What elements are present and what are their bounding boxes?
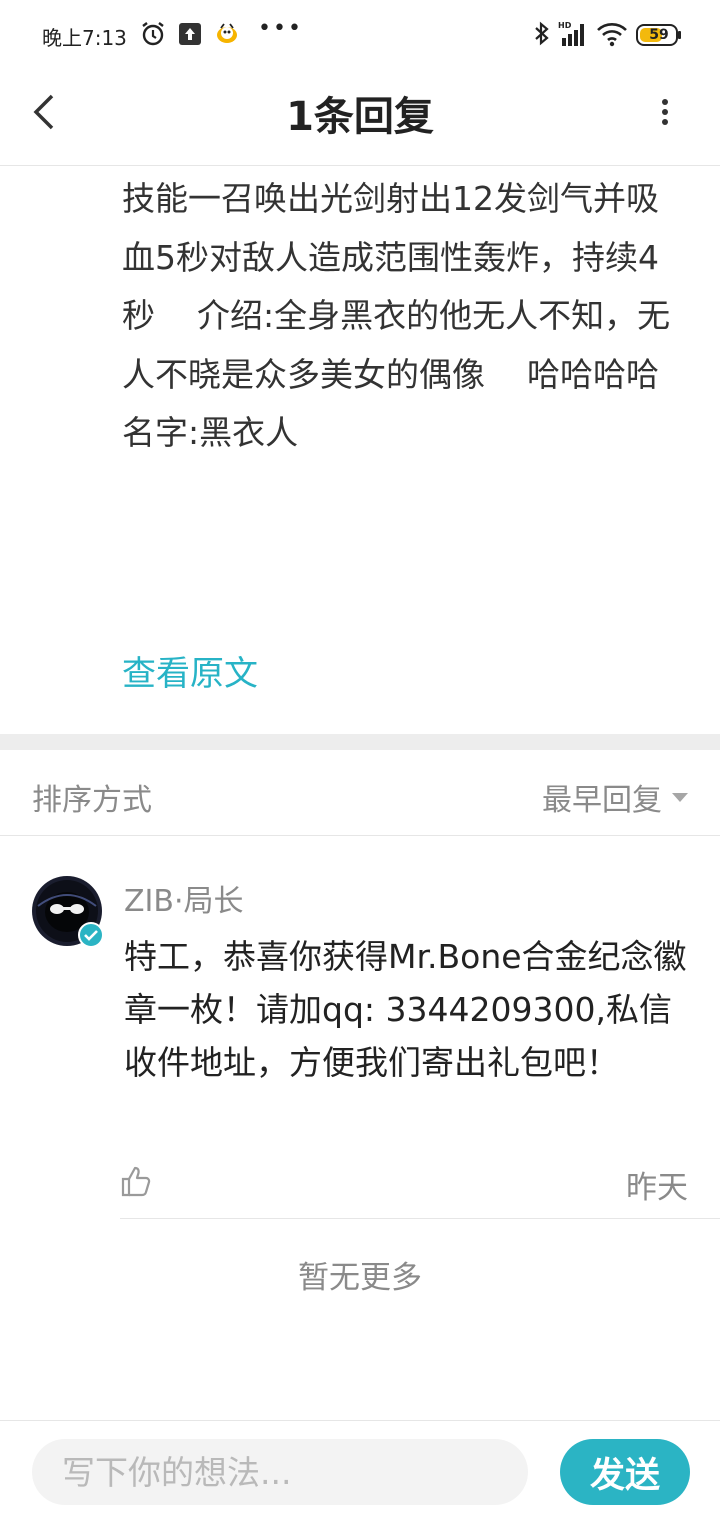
comment-timestamp: 昨天: [626, 1170, 688, 1206]
caret-down-icon: [672, 792, 688, 802]
post-translated-text: 技能一召唤出光剑射出12发剑气并吸血5秒对敌人造成范围性轰炸，持续4秒 介绍:全…: [122, 179, 701, 452]
sort-selected-value: 最早回复: [542, 783, 662, 818]
wifi-icon: [596, 20, 628, 48]
send-button[interactable]: 发送: [560, 1439, 690, 1505]
app-header: 1条回复: [0, 70, 720, 166]
comment-text: 特工，恭喜你获得Mr.Bone合金纪念徽章一枚！请加qq: 3344209300…: [124, 937, 687, 1082]
more-options-button[interactable]: [650, 92, 680, 132]
thumbs-up-icon: [121, 1166, 151, 1197]
sort-dropdown[interactable]: 最早回复: [542, 775, 688, 819]
upload-icon: [178, 20, 204, 48]
section-divider: [0, 734, 720, 750]
more-notifications-icon: •••: [258, 16, 303, 41]
composer-bar: 发送: [0, 1420, 720, 1520]
sort-label: 排序方式: [32, 783, 152, 818]
list-end-text: 暂无更多: [298, 1260, 422, 1296]
app-notification-icon: [214, 20, 240, 48]
alarm-icon: [140, 20, 166, 48]
more-vertical-icon: [662, 99, 668, 125]
sort-bar: 排序方式 最早回复: [0, 750, 720, 836]
avatar[interactable]: [32, 876, 104, 948]
bluetooth-icon: [532, 20, 558, 48]
page-title: 1条回复: [286, 94, 434, 140]
view-original-link[interactable]: 查看原文: [122, 646, 258, 695]
battery-icon: 59: [636, 24, 682, 46]
status-bar: 晚上7:13 ••• HD 59: [0, 0, 720, 70]
status-time: 晚上7:13: [42, 26, 127, 50]
verified-badge-icon: [78, 922, 104, 948]
hd-signal-icon: HD: [556, 20, 590, 48]
comment-username[interactable]: ZIB·局长: [124, 876, 244, 920]
comment-divider: [120, 1218, 720, 1219]
comment-input[interactable]: [32, 1439, 528, 1505]
svg-text:HD: HD: [558, 21, 572, 30]
like-button[interactable]: [120, 1164, 152, 1198]
battery-level: 59: [649, 27, 669, 43]
